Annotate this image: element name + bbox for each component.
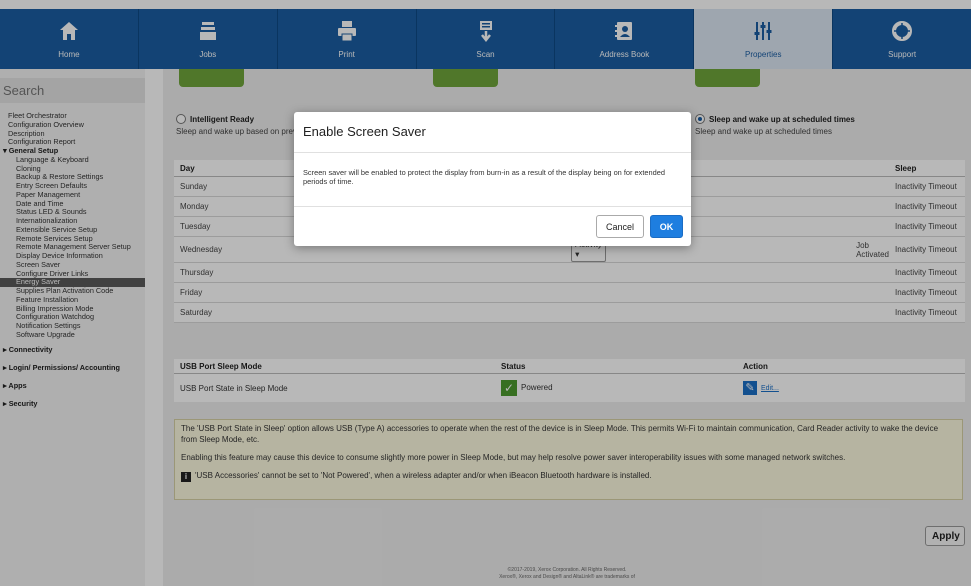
dialog-message: Screen saver will be enabled to protect …	[303, 168, 665, 186]
modal-overlay[interactable]	[0, 0, 971, 586]
cancel-button[interactable]: Cancel	[596, 215, 644, 238]
enable-screen-saver-dialog: Enable Screen Saver Screen saver will be…	[294, 112, 691, 246]
ok-button[interactable]: OK	[650, 215, 683, 238]
dialog-divider	[294, 206, 691, 207]
dialog-divider	[294, 152, 691, 153]
dialog-title: Enable Screen Saver	[303, 124, 426, 139]
